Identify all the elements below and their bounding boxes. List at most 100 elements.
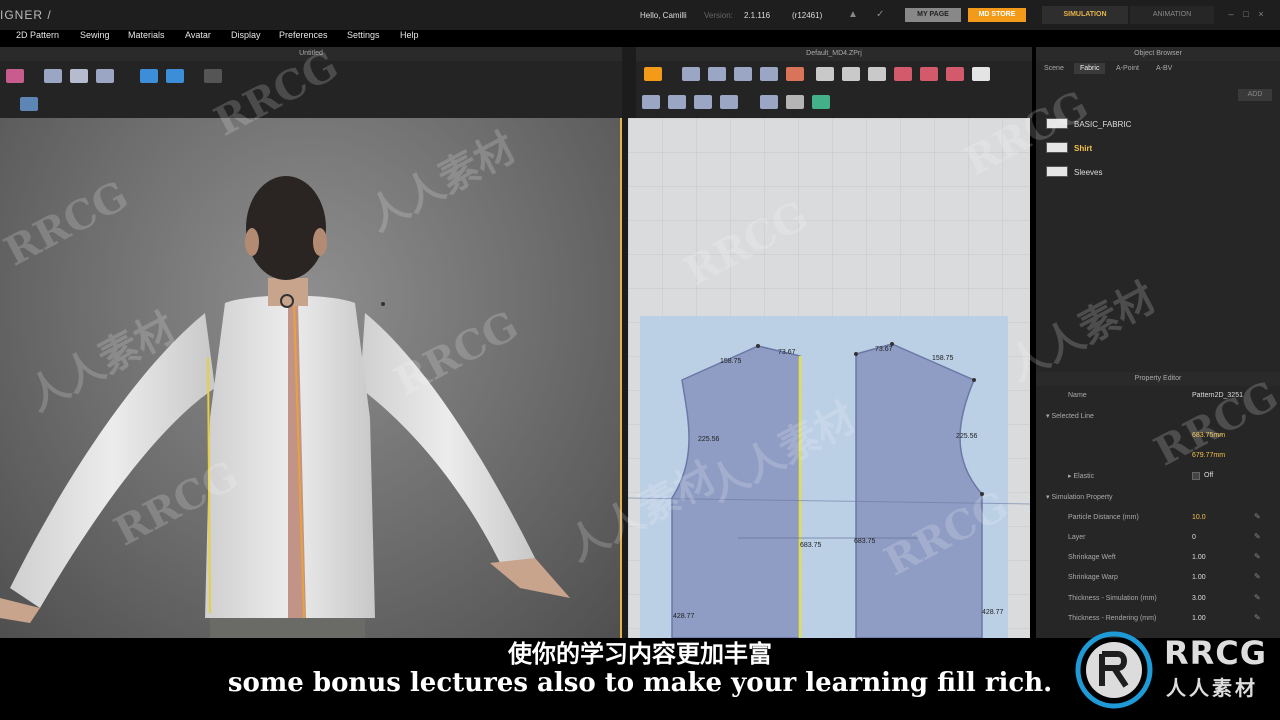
internal-rect-icon[interactable] bbox=[920, 67, 938, 81]
label-center-left: 683.75 bbox=[800, 542, 822, 549]
menu-materials[interactable]: Materials bbox=[128, 30, 165, 40]
menu-2d-pattern[interactable]: 2D Pattern bbox=[16, 30, 59, 40]
prop-row[interactable]: Thickness - Rendering (mm) 1.00 ✎ bbox=[1036, 611, 1280, 627]
prop-label: Shrinkage Weft bbox=[1068, 554, 1116, 561]
prop-row[interactable]: Layer 0 ✎ bbox=[1036, 530, 1280, 546]
object-browser: Scene Fabric A-Point A-BV ADD BASIC_FABR… bbox=[1036, 61, 1280, 374]
add-point-icon[interactable] bbox=[760, 67, 778, 81]
fabric-swatch bbox=[1046, 118, 1068, 129]
prop-label: Name bbox=[1068, 392, 1087, 399]
fabric-row-sleeves[interactable]: Sleeves bbox=[1046, 165, 1266, 179]
minimize-icon[interactable]: – bbox=[1226, 9, 1236, 19]
fabric-name: Sleeves bbox=[1074, 168, 1103, 177]
user-greeting: Hello, Camilli bbox=[640, 11, 687, 20]
section-title: ▾ Selected Line bbox=[1046, 413, 1094, 420]
label-right-neck: 73.67 bbox=[875, 346, 893, 353]
check-sewing-icon[interactable] bbox=[760, 95, 778, 109]
edit-icon[interactable]: ✎ bbox=[1254, 573, 1262, 581]
label-left-neck: 73.67 bbox=[778, 349, 796, 356]
rrcg-logo-icon bbox=[1075, 631, 1153, 709]
prop-value: 10.0 bbox=[1192, 514, 1206, 521]
simulation-property-section[interactable]: ▾ Simulation Property bbox=[1036, 489, 1280, 505]
prop-label: Shrinkage Warp bbox=[1068, 574, 1118, 581]
my-page-button[interactable]: MY PAGE bbox=[905, 8, 961, 22]
close-icon[interactable]: × bbox=[1256, 9, 1266, 19]
add-fabric-button[interactable]: ADD bbox=[1238, 89, 1272, 101]
object-browser-title: Object Browser bbox=[1036, 47, 1280, 61]
avatar-tool-icon[interactable] bbox=[6, 69, 24, 83]
toolbar-3d bbox=[0, 61, 622, 118]
menu-preferences[interactable]: Preferences bbox=[279, 30, 328, 40]
prop-row[interactable]: Shrinkage Weft 1.00 ✎ bbox=[1036, 550, 1280, 566]
texture-2d-icon[interactable] bbox=[812, 95, 830, 109]
circle-icon[interactable] bbox=[868, 67, 886, 81]
internal-circle-icon[interactable] bbox=[946, 67, 964, 81]
edit-icon[interactable]: ✎ bbox=[1254, 614, 1262, 622]
viewport-3d[interactable] bbox=[0, 118, 622, 638]
pin-tool-icon[interactable] bbox=[96, 69, 114, 83]
polygon-icon[interactable] bbox=[786, 67, 804, 81]
square-icon[interactable] bbox=[842, 67, 860, 81]
prop-value: 1.00 bbox=[1192, 574, 1206, 581]
md-store-button[interactable]: MD STORE bbox=[968, 8, 1026, 22]
menu-sewing[interactable]: Sewing bbox=[80, 30, 110, 40]
label-right-armhole: 225.56 bbox=[956, 433, 978, 440]
version-label: Version: bbox=[704, 11, 733, 20]
maximize-icon[interactable]: □ bbox=[1241, 9, 1251, 19]
prop-name-row[interactable]: Name Pattern2D_3251 bbox=[1036, 388, 1280, 404]
tshirt-icon[interactable]: ▲ bbox=[848, 9, 860, 21]
transform-pattern-icon[interactable] bbox=[682, 67, 700, 81]
texture-icon[interactable] bbox=[20, 97, 38, 111]
viewport-3d-title: Untitled bbox=[0, 47, 622, 61]
internal-line-icon[interactable] bbox=[972, 67, 990, 81]
elastic-checkbox[interactable] bbox=[1192, 472, 1200, 480]
fabric-row-basic[interactable]: BASIC_FABRIC bbox=[1046, 117, 1266, 131]
prop-value: 1.00 bbox=[1192, 554, 1206, 561]
prop-label: Particle Distance (mm) bbox=[1068, 514, 1139, 521]
tab-a-bv[interactable]: A-BV bbox=[1150, 63, 1178, 74]
fabric-row-shirt[interactable]: Shirt bbox=[1046, 141, 1266, 155]
menu-avatar[interactable]: Avatar bbox=[185, 30, 211, 40]
edit-curve-icon[interactable] bbox=[734, 67, 752, 81]
menu-settings[interactable]: Settings bbox=[347, 30, 380, 40]
prop-value: 0 bbox=[1192, 534, 1196, 541]
seam-icon[interactable] bbox=[668, 95, 686, 109]
prop-label: ▸ Elastic bbox=[1068, 473, 1095, 480]
free-sewing-icon[interactable] bbox=[720, 95, 738, 109]
settings-icon[interactable]: ✓ bbox=[876, 9, 888, 21]
simulate-icon[interactable] bbox=[644, 67, 662, 81]
rectangle-icon[interactable] bbox=[816, 67, 834, 81]
segment-sewing-icon[interactable] bbox=[694, 95, 712, 109]
grid-icon[interactable] bbox=[786, 95, 804, 109]
prop-row[interactable]: Particle Distance (mm) 10.0 ✎ bbox=[1036, 510, 1280, 526]
tab-scene[interactable]: Scene bbox=[1038, 63, 1070, 74]
fabric-name: BASIC_FABRIC bbox=[1074, 120, 1132, 129]
prop-row[interactable]: Shrinkage Warp 1.00 ✎ bbox=[1036, 570, 1280, 586]
prop-row[interactable]: Thickness - Simulation (mm) 3.00 ✎ bbox=[1036, 591, 1280, 607]
tab-simulation[interactable]: SIMULATION bbox=[1042, 6, 1128, 24]
tab-fabric[interactable]: Fabric bbox=[1074, 63, 1106, 74]
logo-text: RRCG bbox=[1164, 634, 1268, 672]
menu-display[interactable]: Display bbox=[231, 30, 261, 40]
dart-icon[interactable] bbox=[894, 67, 912, 81]
pose-icon[interactable] bbox=[204, 69, 222, 83]
tab-animation[interactable]: ANIMATION bbox=[1130, 6, 1214, 24]
tab-a-point[interactable]: A-Point bbox=[1110, 63, 1145, 74]
garment-fit-icon[interactable] bbox=[166, 69, 184, 83]
edit-icon[interactable]: ✎ bbox=[1254, 553, 1262, 561]
menu-help[interactable]: Help bbox=[400, 30, 419, 40]
edit-icon[interactable]: ✎ bbox=[1254, 594, 1262, 602]
select-2d-icon[interactable] bbox=[642, 95, 660, 109]
edit-icon[interactable]: ✎ bbox=[1254, 533, 1262, 541]
fold-tool-icon[interactable] bbox=[70, 69, 88, 83]
edit-icon[interactable]: ✎ bbox=[1254, 513, 1262, 521]
viewport-2d[interactable]: 158.75 73.67 73.67 158.75 225.56 225.56 … bbox=[628, 118, 1030, 638]
pattern-canvas: 158.75 73.67 73.67 158.75 225.56 225.56 … bbox=[628, 118, 1030, 638]
edit-pattern-icon[interactable] bbox=[708, 67, 726, 81]
label-center-right: 683.75 bbox=[854, 538, 876, 545]
selected-line-section[interactable]: ▾ Selected Line bbox=[1036, 408, 1280, 424]
garment-icon[interactable] bbox=[140, 69, 158, 83]
line-length-value: 679.77mm bbox=[1192, 452, 1226, 459]
elastic-row[interactable]: ▸ Elastic Off bbox=[1036, 468, 1280, 484]
select-move-icon[interactable] bbox=[44, 69, 62, 83]
